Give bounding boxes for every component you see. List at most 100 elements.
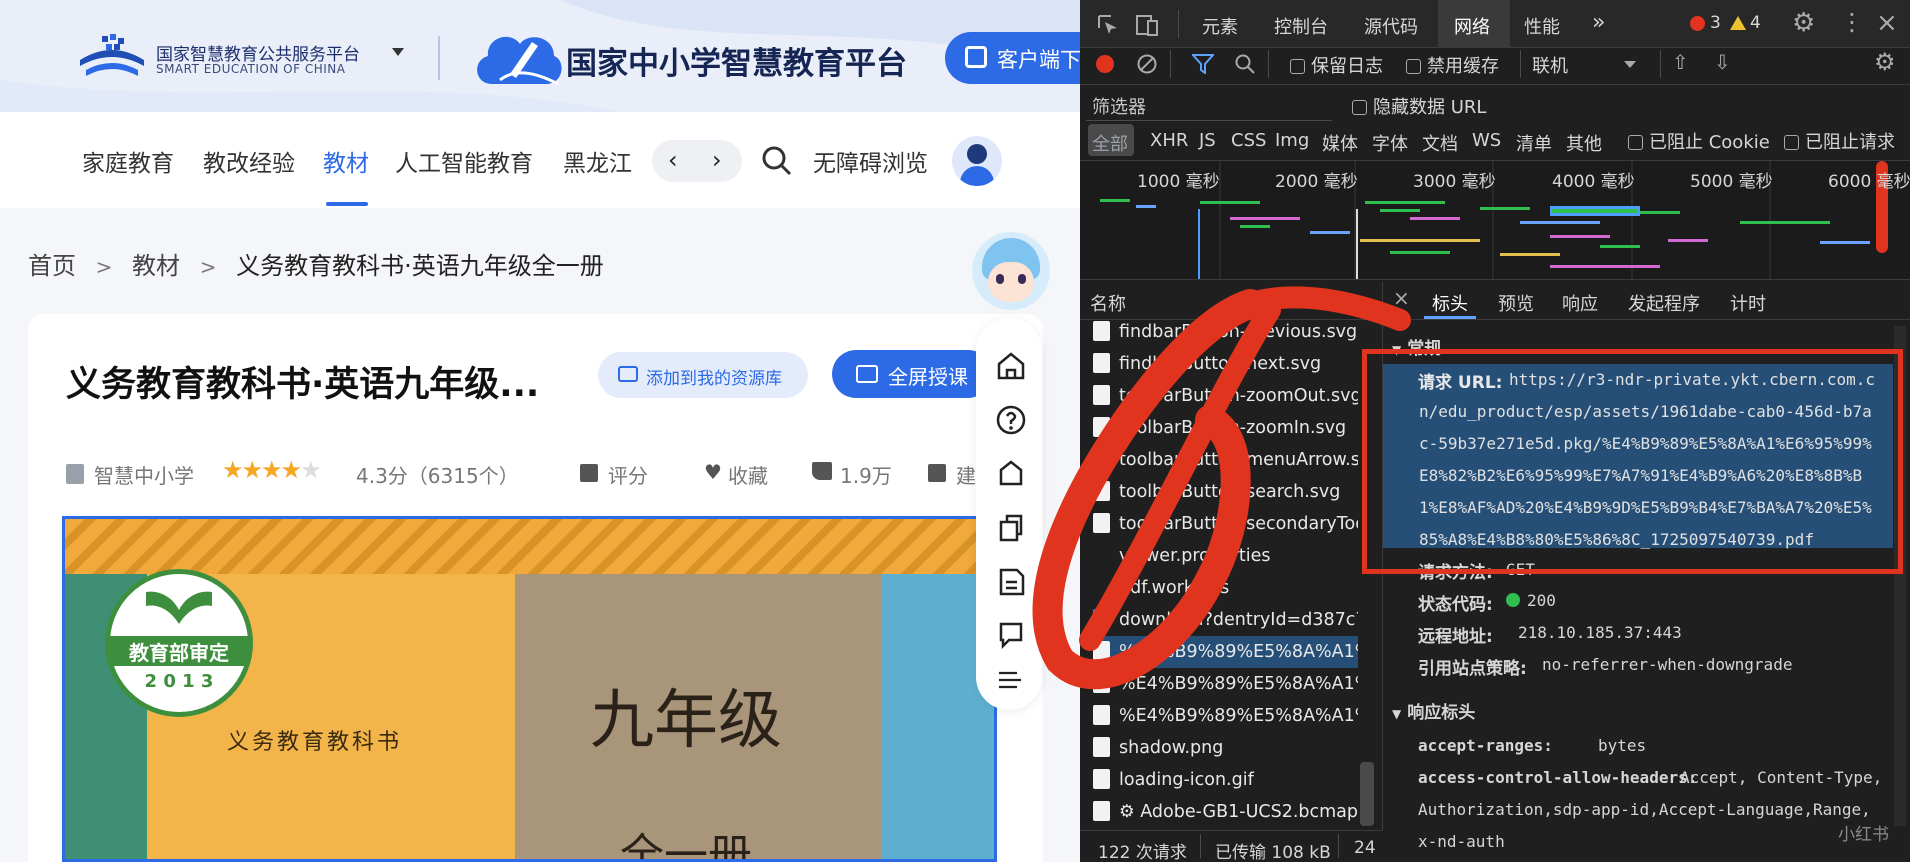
settings-gear-icon[interactable]: ⚙ (1792, 8, 1815, 38)
type-filter-all[interactable]: 全部 (1092, 130, 1128, 156)
network-settings-icon[interactable]: ⚙ (1874, 48, 1896, 76)
request-row[interactable]: %E4%B9%89%E5%8A%A1%E... (1093, 700, 1358, 732)
home-icon[interactable] (995, 350, 1027, 382)
throttle-dropdown-icon[interactable] (1624, 61, 1636, 68)
preserve-log-checkbox[interactable]: 保留日志 (1290, 52, 1383, 78)
breadcrumb-textbooks[interactable]: 教材 (132, 252, 180, 280)
filter-icon[interactable] (1192, 54, 1214, 74)
detail-tab-response[interactable]: 响应 (1562, 290, 1598, 316)
record-icon[interactable] (1096, 55, 1114, 73)
request-row-selected[interactable]: %E4%B9%89%E5%8A%A1%E... (1093, 636, 1358, 668)
detail-tab-preview[interactable]: 预览 (1498, 290, 1534, 316)
sub-platform-logo-icon[interactable] (470, 24, 566, 92)
fullscreen-teach-button[interactable]: 全屏授课 (832, 350, 992, 398)
nav-item-heilongjiang[interactable]: 黑龙江 (563, 144, 632, 178)
request-row[interactable]: findbarButton-previous.svg (1093, 316, 1358, 348)
type-filter-other[interactable]: 其他 (1566, 130, 1602, 156)
referrer-policy-value[interactable]: no-referrer-when-downgrade (1542, 655, 1792, 674)
request-row[interactable]: pdf.worker.js (1093, 572, 1358, 604)
request-list-scrollbar[interactable] (1360, 762, 1374, 826)
acah-value-line[interactable]: Authorization,sdp-app-id,Accept-Language… (1418, 800, 1871, 819)
name-column-header[interactable]: 名称 (1090, 290, 1126, 316)
import-har-icon[interactable]: ⇧ (1672, 50, 1689, 74)
nav-item-ai-education[interactable]: 人工智能教育 (395, 144, 533, 178)
filter-input[interactable]: 筛选器 (1092, 93, 1146, 119)
request-row[interactable]: toolbarButton-menuArrow.svg (1093, 444, 1358, 476)
request-row[interactable]: findbarButton-next.svg (1093, 348, 1358, 380)
feedback-icon[interactable] (995, 618, 1027, 650)
nav-item-reform-experience[interactable]: 教改经验 (203, 144, 295, 178)
type-filter-font[interactable]: 字体 (1372, 130, 1408, 156)
detail-tab-headers[interactable]: 标头 (1432, 290, 1468, 316)
breadcrumb-home[interactable]: 首页 (28, 252, 76, 280)
type-filter-doc[interactable]: 文档 (1422, 130, 1458, 156)
request-row[interactable]: toolbarButton-zoomIn.svg (1093, 412, 1358, 444)
like-count[interactable]: 1.9万 (840, 460, 892, 489)
throttling-select[interactable]: 联机 (1532, 52, 1568, 78)
accept-ranges-value[interactable]: bytes (1598, 736, 1646, 755)
request-row[interactable]: toolbarButton-zoomOut.svg (1093, 380, 1358, 412)
help-icon[interactable] (995, 404, 1027, 436)
request-row[interactable]: %E4%B9%89%E5%8A%A1%E... (1093, 668, 1358, 700)
collapse-menu-icon[interactable] (997, 670, 1023, 690)
network-overview-timeline[interactable]: 1000 毫秒 2000 毫秒 3000 毫秒 4000 毫秒 5000 毫秒 … (1080, 160, 1910, 280)
nav-prev-icon[interactable]: ‹ (668, 146, 678, 174)
nav-next-icon[interactable]: › (712, 146, 722, 174)
response-headers-section[interactable]: ▼ 响应标头 (1392, 698, 1475, 723)
tab-network[interactable]: 网络 (1454, 13, 1490, 39)
type-filter-ws[interactable]: WS (1472, 130, 1501, 151)
type-filter-js[interactable]: JS (1199, 130, 1216, 151)
book-cover[interactable]: 教育部审定 2 0 1 3 义务教育教科书 九年级 全一册 (62, 516, 997, 862)
type-filter-css[interactable]: CSS (1231, 130, 1266, 151)
more-tabs-button[interactable]: » (1592, 10, 1605, 35)
remote-address-value[interactable]: 218.10.185.37:443 (1518, 623, 1682, 642)
document-icon[interactable] (995, 566, 1027, 598)
type-filter-manifest[interactable]: 清单 (1516, 130, 1552, 156)
request-row[interactable]: loading-icon.gif (1093, 764, 1358, 796)
rate-button[interactable]: 评分 (608, 460, 648, 489)
blocked-cookies-checkbox[interactable]: 已阻止 Cookie (1628, 128, 1770, 154)
type-filter-media[interactable]: 媒体 (1322, 130, 1358, 156)
assistant-mascot[interactable] (972, 232, 1050, 310)
request-row[interactable]: download?dentryId=d387c7d... (1093, 604, 1358, 636)
request-row[interactable]: ⚙ Adobe-GB1-UCS2.bcmap (1093, 796, 1358, 828)
user-avatar[interactable] (952, 136, 1002, 186)
close-devtools-icon[interactable]: × (1876, 8, 1898, 38)
blocked-requests-checkbox[interactable]: 已阻止请求 (1784, 128, 1895, 154)
tab-console[interactable]: 控制台 (1274, 13, 1328, 39)
request-row[interactable]: shadow.png (1093, 732, 1358, 764)
detail-tab-timing[interactable]: 计时 (1730, 290, 1766, 316)
download-client-button[interactable]: 客户端下载 (945, 32, 1080, 84)
acah-value-line[interactable]: x-nd-auth (1418, 832, 1505, 851)
hide-data-url-checkbox[interactable]: 隐藏数据 URL (1352, 93, 1486, 119)
detail-tab-initiator[interactable]: 发起程序 (1628, 290, 1700, 316)
resource-icon[interactable] (995, 458, 1027, 490)
request-row[interactable]: toolbarButton-secondaryTool... (1093, 508, 1358, 540)
inspect-element-icon[interactable] (1096, 13, 1120, 37)
error-count[interactable]: 3 (1710, 13, 1721, 33)
clear-log-icon[interactable] (1136, 53, 1158, 75)
nav-item-family-education[interactable]: 家庭教育 (82, 144, 174, 178)
accessibility-browse-link[interactable]: 无障碍浏览 (813, 144, 928, 178)
request-row[interactable]: toolbarButton-search.svg (1093, 476, 1358, 508)
status-code-value[interactable]: 200 (1527, 591, 1556, 610)
tab-elements[interactable]: 元素 (1202, 13, 1238, 39)
request-row[interactable]: viewer.properties (1093, 540, 1358, 572)
type-filter-img[interactable]: Img (1275, 130, 1309, 151)
add-to-library-button[interactable]: 添加到我的资源库 (598, 352, 808, 398)
nav-item-textbooks[interactable]: 教材 (323, 144, 369, 178)
search-icon[interactable] (761, 145, 793, 177)
close-detail-icon[interactable]: × (1393, 286, 1410, 310)
type-filter-xhr[interactable]: XHR (1150, 130, 1188, 151)
platform-logo-icon[interactable] (76, 30, 148, 86)
warning-count[interactable]: 4 (1750, 13, 1761, 33)
tab-sources[interactable]: 源代码 (1364, 13, 1418, 39)
tab-performance[interactable]: 性能 (1524, 13, 1560, 39)
platform-dropdown-icon[interactable] (392, 48, 404, 56)
acah-value-line[interactable]: Accept, Content-Type, (1680, 768, 1882, 787)
copy-icon[interactable] (995, 512, 1027, 544)
export-har-icon[interactable]: ⇩ (1714, 50, 1731, 74)
more-options-icon[interactable]: ⋮ (1840, 8, 1864, 36)
network-search-icon[interactable] (1234, 53, 1256, 75)
disable-cache-checkbox[interactable]: 禁用缓存 (1406, 52, 1499, 78)
